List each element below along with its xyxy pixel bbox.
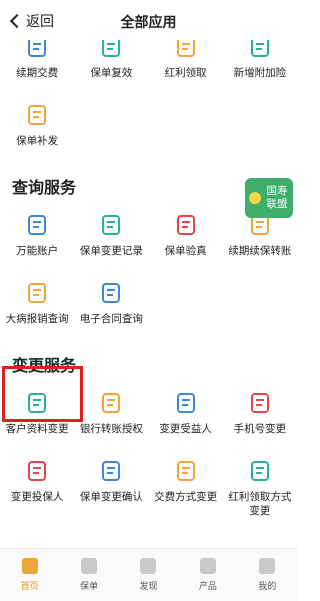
tab-label: 产品 xyxy=(198,582,217,592)
app-list: 续期交费 保单复效 红利领取 新增附加险 保单补发 查询服务 万能账户 保单变更记录 保单验真… xyxy=(0,28,297,576)
app-item[interactable]: 大病报销查询 xyxy=(0,274,74,342)
app-item-label: 红利领取方式变更 xyxy=(228,491,292,517)
service-sections: 查询服务 万能账户 保单变更记录 保单验真 续期续保转账 大病报销查询 电子合同查询 变更服务… xyxy=(0,170,297,576)
tab-home[interactable]: 首页 xyxy=(0,549,59,601)
bank-card-icon xyxy=(100,392,122,414)
app-item-label: 变更受益人 xyxy=(159,423,212,435)
app-item[interactable]: 保单验真 xyxy=(149,206,223,274)
app-item[interactable]: 客户资料变更 xyxy=(0,384,74,452)
phone-change-icon xyxy=(249,392,271,414)
app-item[interactable]: 红利领取方式变更 xyxy=(223,452,297,534)
app-item[interactable]: 变更受益人 xyxy=(149,384,223,452)
app-item-label: 保单补发 xyxy=(16,135,59,147)
app-item[interactable]: 交费方式变更 xyxy=(149,452,223,534)
app-item[interactable]: 万能账户 xyxy=(0,206,74,274)
app-item-label: 银行转账授权 xyxy=(79,423,143,435)
app-item-label: 续期交费 xyxy=(16,67,59,79)
app-item-label: 万能账户 xyxy=(16,245,59,257)
app-item[interactable]: 保单补发 xyxy=(0,96,74,164)
policyholder-icon xyxy=(26,460,48,482)
page-title: 全部应用 xyxy=(120,15,177,31)
tab-label: 首页 xyxy=(20,582,39,592)
app-item-label: 保单变更确认 xyxy=(79,491,143,503)
header-bar: 返回 全部应用 xyxy=(0,0,297,40)
alliance-label: 国寿联盟 xyxy=(266,185,288,210)
app-item[interactable]: 保单变更确认 xyxy=(74,452,148,534)
verify-eye-icon xyxy=(175,214,197,236)
payment-method-icon xyxy=(175,460,197,482)
e-contract-icon xyxy=(100,282,122,304)
policy-icon xyxy=(81,558,98,574)
app-item-label: 新增附加险 xyxy=(233,67,287,79)
app-item[interactable]: 电子合同查询 xyxy=(74,274,148,342)
app-item-label: 红利领取 xyxy=(164,67,207,79)
section-title: 变更服务 xyxy=(12,356,77,375)
customer-profile-icon xyxy=(26,392,48,414)
app-item-label: 交费方式变更 xyxy=(154,491,218,503)
home-icon xyxy=(21,558,38,574)
app-item[interactable]: 变更投保人 xyxy=(0,452,74,534)
app-item-label: 变更投保人 xyxy=(10,491,64,503)
alliance-float-button[interactable]: 国寿联盟 xyxy=(245,178,293,218)
change-record-icon xyxy=(100,214,122,236)
bottom-tab-bar: 首页 保单 发现 产品 我的 xyxy=(0,548,297,601)
tab-profile[interactable]: 我的 xyxy=(238,549,297,601)
change-confirm-icon xyxy=(100,460,122,482)
illness-search-icon xyxy=(26,282,48,304)
wallet-icon xyxy=(26,214,48,236)
app-item[interactable]: 银行转账授权 xyxy=(74,384,148,452)
dividend-method-icon xyxy=(249,460,271,482)
tab-policy[interactable]: 保单 xyxy=(59,549,118,601)
tab-label: 我的 xyxy=(258,582,277,592)
app-item-label: 保单验真 xyxy=(164,245,207,257)
app-item[interactable]: 手机号变更 xyxy=(223,384,297,452)
tab-discover[interactable]: 发现 xyxy=(119,549,178,601)
tab-label: 保单 xyxy=(80,582,99,592)
profile-icon xyxy=(259,558,276,574)
product-icon xyxy=(199,558,216,574)
app-item-label: 客户资料变更 xyxy=(5,423,69,435)
discover-icon xyxy=(140,558,157,574)
app-item-label: 续期续保转账 xyxy=(228,245,292,257)
section-grid: 客户资料变更 银行转账授权 变更受益人 手机号变更变更投保人 保单变更确认 交费方式变更红… xyxy=(0,384,297,534)
app-item-label: 保单复效 xyxy=(90,67,133,79)
top-group-grid: 续期交费 保单复效 红利领取 新增附加险保单补发 xyxy=(0,28,297,164)
tab-product[interactable]: 产品 xyxy=(178,549,237,601)
beneficiary-icon xyxy=(175,392,197,414)
app-item[interactable]: 保单变更记录 xyxy=(74,206,148,274)
app-item-label: 电子合同查询 xyxy=(79,313,143,325)
app-item-label: 保单变更记录 xyxy=(79,245,143,257)
app-item-label: 大病报销查询 xyxy=(5,313,69,325)
app-item-label: 手机号变更 xyxy=(233,423,287,435)
tab-label: 发现 xyxy=(139,582,158,592)
section-grid: 万能账户 保单变更记录 保单验真 续期续保转账大病报销查询 电子合同查询 xyxy=(0,206,297,342)
policy-reissue-icon xyxy=(26,104,48,126)
alliance-icon xyxy=(249,192,261,204)
